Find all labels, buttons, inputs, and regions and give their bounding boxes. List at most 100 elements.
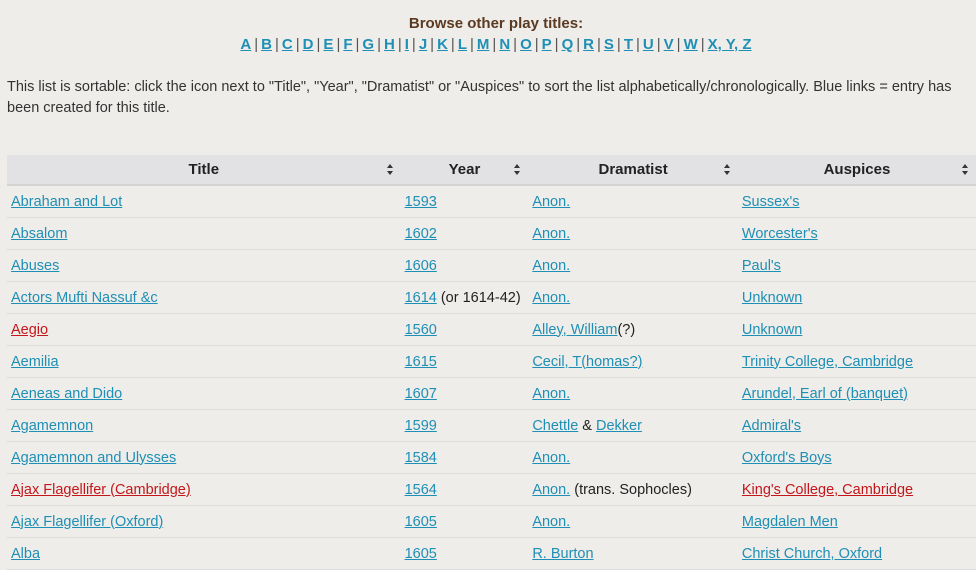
auspices-link[interactable]: Trinity College, Cambridge [742, 354, 913, 370]
letter-separator: | [676, 36, 681, 53]
letter-link[interactable]: K [437, 36, 448, 53]
letter-link[interactable]: P [542, 36, 552, 53]
dramatist-link[interactable]: R. Burton [532, 546, 593, 562]
letter-link[interactable]: T [624, 36, 633, 53]
auspices-link[interactable]: King's College, Cambridge [742, 482, 913, 498]
auspices-link[interactable]: Paul's [742, 258, 781, 274]
auspices-link[interactable]: Sussex's [742, 194, 800, 210]
sort-icon[interactable] [962, 164, 969, 175]
year-link[interactable]: 1599 [405, 418, 437, 434]
auspices-link[interactable]: Unknown [742, 322, 802, 338]
title-link[interactable]: Abuses [11, 258, 59, 274]
letter-separator: | [377, 36, 381, 53]
title-link[interactable]: Ajax Flagellifer (Oxford) [11, 514, 163, 530]
letter-separator: | [355, 36, 360, 53]
letter-link[interactable]: X, Y, Z [708, 36, 752, 53]
title-cell: Aeneas and Dido [7, 377, 401, 410]
title-link[interactable]: Aemilia [11, 354, 59, 370]
title-link[interactable]: Ajax Flagellifer (Cambridge) [11, 482, 191, 498]
dramatist-cell: Anon. [528, 505, 738, 538]
letter-link[interactable]: D [303, 36, 314, 53]
title-link[interactable]: Agamemnon [11, 418, 93, 434]
letter-separator: | [336, 36, 341, 53]
year-link[interactable]: 1605 [405, 546, 437, 562]
year-cell: 1614 (or 1614-42) [400, 281, 529, 314]
auspices-link[interactable]: Magdalen Men [742, 514, 838, 530]
dramatist-link[interactable]: Chettle [532, 418, 578, 434]
letter-link[interactable]: U [643, 36, 654, 53]
letter-link[interactable]: L [458, 36, 467, 53]
sort-icon[interactable] [514, 164, 521, 175]
alphabet-nav: A | B | C | D | E | F | G | H | I | J | K | L | M | N | O | P | Q | R | S | T |… [0, 36, 976, 53]
letter-separator: | [275, 36, 279, 53]
auspices-link[interactable]: Christ Church, Oxford [742, 546, 882, 562]
title-link[interactable]: Absalom [11, 226, 67, 242]
dramatist-link[interactable]: Anon. [532, 450, 570, 466]
dramatist-link[interactable]: Anon. [532, 226, 570, 242]
year-link[interactable]: 1614 [405, 290, 437, 306]
dramatist-link[interactable]: Anon. [532, 482, 570, 498]
table-row: Aegio 1560 Alley, William(?) Unknown [7, 313, 976, 346]
year-link[interactable]: 1606 [405, 258, 437, 274]
year-link[interactable]: 1564 [405, 482, 437, 498]
letter-link[interactable]: I [405, 36, 409, 53]
year-link[interactable]: 1593 [405, 194, 437, 210]
letter-link[interactable]: S [604, 36, 614, 53]
title-cell: Absalom [7, 217, 401, 250]
year-link[interactable]: 1605 [405, 514, 437, 530]
letter-link[interactable]: O [520, 36, 532, 53]
letter-link[interactable]: N [499, 36, 510, 53]
letter-link[interactable]: H [384, 36, 395, 53]
letter-separator: | [534, 36, 539, 53]
dramatist-link[interactable]: Anon. [532, 386, 570, 402]
dramatist-link[interactable]: Anon. [532, 514, 570, 530]
title-link[interactable]: Aeneas and Dido [11, 386, 122, 402]
letter-link[interactable]: M [477, 36, 490, 53]
year-link[interactable]: 1560 [405, 322, 437, 338]
letter-link[interactable]: J [419, 36, 427, 53]
letter-link[interactable]: V [664, 36, 674, 53]
column-header-dramatist: Dramatist [528, 155, 738, 186]
letter-link[interactable]: Q [562, 36, 574, 53]
letter-separator: | [470, 36, 474, 53]
letter-link[interactable]: B [261, 36, 272, 53]
auspices-link[interactable]: Admiral's [742, 418, 801, 434]
year-link[interactable]: 1607 [405, 386, 437, 402]
letter-link[interactable]: R [583, 36, 594, 53]
year-link[interactable]: 1615 [405, 354, 437, 370]
sort-icon[interactable] [723, 164, 731, 175]
title-link[interactable]: Actors Mufti Nassuf &c [11, 290, 158, 306]
dramatist-link[interactable]: Anon. [532, 194, 570, 210]
dramatist-link[interactable]: Alley, William [532, 322, 617, 338]
dramatist-link[interactable]: Dekker [596, 418, 642, 434]
title-link[interactable]: Alba [11, 546, 40, 562]
auspices-cell: Oxford's Boys [737, 441, 976, 474]
auspices-link[interactable]: Oxford's Boys [742, 450, 832, 466]
sort-icon[interactable] [386, 164, 394, 175]
auspices-link[interactable]: Unknown [742, 290, 802, 306]
letter-link[interactable]: F [343, 36, 352, 53]
auspices-link[interactable]: Worcester's [742, 226, 818, 242]
plays-table: Title Year Dramatist Auspices Abraham an… [7, 155, 976, 570]
header-label: Dramatist [598, 161, 668, 178]
letter-separator: | [492, 36, 497, 53]
year-link[interactable]: 1584 [405, 450, 437, 466]
dramatist-link[interactable]: Anon. [532, 258, 570, 274]
title-link[interactable]: Aegio [11, 322, 48, 338]
letter-link[interactable]: E [323, 36, 333, 53]
auspices-link[interactable]: Arundel, Earl of (banquet) [742, 386, 908, 402]
title-link[interactable]: Abraham and Lot [11, 194, 122, 210]
year-cell: 1584 [400, 441, 529, 474]
title-link[interactable]: Agamemnon and Ulysses [11, 450, 176, 466]
letter-separator: | [554, 36, 559, 53]
letter-link[interactable]: W [684, 36, 698, 53]
dramatist-link[interactable]: Cecil, T(homas?) [532, 354, 642, 370]
title-cell: Actors Mufti Nassuf &c [7, 281, 401, 314]
year-cell: 1605 [400, 505, 529, 538]
dramatist-link[interactable]: Anon. [532, 290, 570, 306]
table-row: Abraham and Lot 1593 Anon. Sussex's [7, 185, 976, 218]
year-link[interactable]: 1602 [405, 226, 437, 242]
letter-link[interactable]: A [240, 36, 251, 53]
letter-link[interactable]: C [282, 36, 293, 53]
letter-link[interactable]: G [362, 36, 374, 53]
